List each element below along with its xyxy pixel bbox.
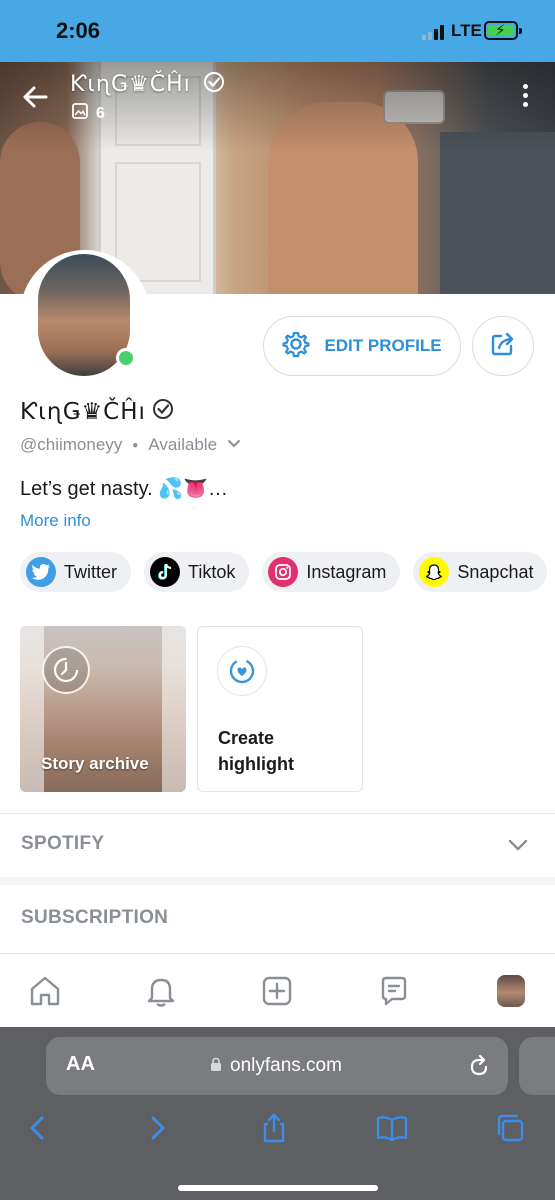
gear-icon [282, 330, 311, 363]
profile-name: ƘιɳǤ♛ČĤı [20, 398, 174, 426]
plus-square-icon[interactable] [258, 972, 296, 1010]
subscription-section-title: SUBSCRIPTION [21, 907, 169, 928]
back-icon[interactable] [20, 1110, 56, 1146]
twitter-label: Twitter [64, 561, 118, 582]
profile-bio: Let’s get nasty. 💦👅… [20, 478, 229, 500]
share-button[interactable] [472, 316, 534, 376]
url-display[interactable]: onlyfans.com [210, 1055, 342, 1077]
forward-icon[interactable] [139, 1110, 175, 1146]
browser-toolbar: AA onlyfans.com [0, 1027, 555, 1200]
online-status-dot [116, 348, 136, 368]
chevron-down-icon[interactable] [506, 833, 530, 857]
text-size-label: AA [66, 1053, 95, 1075]
clock-history-icon [42, 646, 90, 694]
social-links: Twitter Tiktok Instagram Snapchat [20, 552, 548, 594]
cover-display-name: ƘιɳǤ♛ČĤı [70, 71, 225, 99]
signal-icon [422, 24, 446, 40]
section-divider [0, 877, 555, 885]
home-indicator [178, 1185, 378, 1191]
divider [0, 813, 555, 814]
verified-icon [203, 71, 225, 99]
bell-icon[interactable] [142, 972, 180, 1010]
tiktok-chip[interactable]: Tiktok [144, 552, 250, 592]
image-icon [72, 103, 88, 124]
snapchat-chip[interactable]: Snapchat [413, 552, 548, 592]
address-bar[interactable]: AA onlyfans.com [46, 1037, 508, 1095]
home-icon[interactable] [26, 972, 64, 1010]
instagram-icon [268, 557, 299, 587]
edit-profile-label: EDIT PROFILE [324, 336, 442, 355]
image-count: 6 [72, 103, 105, 124]
snapchat-label: Snapchat [457, 561, 534, 582]
instagram-label: Instagram [306, 561, 387, 582]
clock: 2:06 [56, 18, 101, 43]
more-menu-icon[interactable] [512, 84, 538, 114]
edit-profile-button[interactable]: EDIT PROFILE [263, 316, 461, 376]
reload-icon[interactable] [466, 1053, 492, 1079]
heart-circle-icon [217, 646, 267, 696]
story-archive-card[interactable]: Story archive [20, 626, 186, 792]
tiktok-icon [150, 557, 181, 587]
handle-row: @chiimoneyy ● Available [20, 435, 241, 455]
text-size-button[interactable]: AA [66, 1053, 95, 1076]
cover-name-text: ƘιɳǤ♛ČĤı [70, 72, 191, 97]
more-info-link[interactable]: More info [20, 511, 91, 531]
story-archive-label: Story archive [41, 754, 149, 773]
status-bar: 2:06 LTE ⚡ [0, 0, 555, 62]
create-highlight-label: Create highlight [218, 728, 294, 774]
tiktok-label: Tiktok [188, 561, 236, 582]
profile-handle: @chiimoneyy [20, 435, 123, 454]
back-arrow-icon[interactable] [18, 80, 52, 114]
profile-name-text: ƘιɳǤ♛ČĤı [20, 399, 146, 425]
availability-status[interactable]: Available [148, 435, 217, 455]
domain-text: onlyfans.com [230, 1055, 342, 1076]
chat-icon[interactable] [375, 972, 413, 1010]
battery-icon: ⚡ [484, 21, 522, 40]
twitter-chip[interactable]: Twitter [20, 552, 132, 592]
bookmarks-icon[interactable] [374, 1110, 410, 1146]
image-count-value: 6 [96, 104, 105, 122]
nav-avatar[interactable] [497, 975, 525, 1007]
share-icon [489, 330, 517, 363]
instagram-chip[interactable]: Instagram [262, 552, 401, 592]
network-type: LTE [451, 21, 482, 40]
separator-dot: ● [132, 439, 139, 451]
chevron-down-icon[interactable] [227, 435, 241, 455]
verified-icon [152, 398, 174, 426]
spotify-section-title[interactable]: SPOTIFY [21, 833, 104, 855]
twitter-icon [26, 557, 56, 587]
bottom-nav [0, 953, 555, 1027]
create-highlight-card[interactable]: Create highlight [197, 626, 363, 792]
lock-icon [210, 1055, 222, 1077]
snapchat-icon [419, 557, 450, 587]
share-sheet-icon[interactable] [256, 1110, 292, 1146]
next-tab-peek[interactable] [519, 1037, 555, 1095]
tabs-icon[interactable] [492, 1110, 528, 1146]
